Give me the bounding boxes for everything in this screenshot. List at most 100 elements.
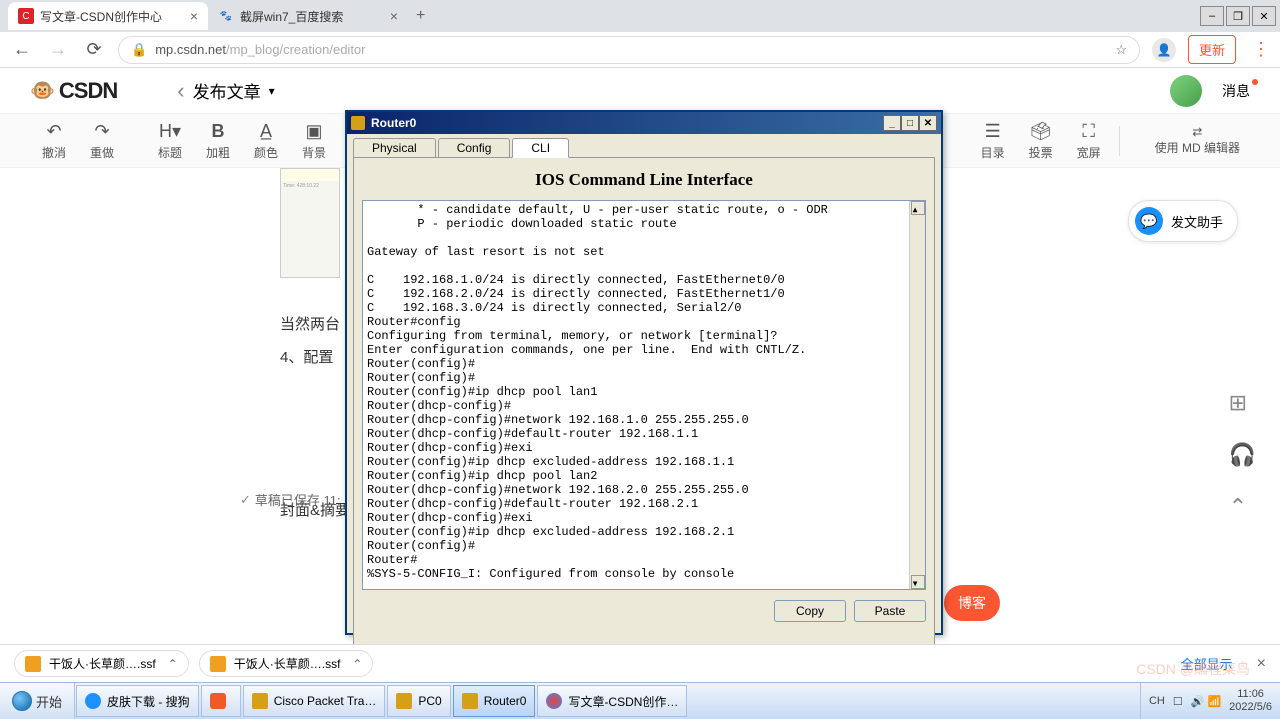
taskbar-item-3[interactable]: PC0	[387, 685, 450, 717]
dialog-titlebar[interactable]: Router0 _ □ ✕	[347, 112, 941, 134]
csdn-logo-icon: 🐵	[30, 78, 55, 103]
forward-button[interactable]: →	[46, 39, 70, 60]
side-tools: ⊞ 🎧 ⌃	[1229, 390, 1256, 520]
csdn-logo[interactable]: CSDN	[59, 78, 117, 104]
new-tab-button[interactable]: +	[416, 7, 425, 25]
redo-button[interactable]: ↷重做	[78, 120, 126, 161]
ime-lang[interactable]: CH	[1149, 695, 1165, 707]
publish-button[interactable]: 博客	[944, 585, 1000, 621]
tab-cli[interactable]: CLI	[512, 138, 569, 158]
tab-favicon-1: 🐾	[218, 8, 234, 24]
reload-button[interactable]: ⟳	[82, 39, 106, 60]
taskbar-item-5[interactable]: 写文章-CSDN创作…	[537, 685, 687, 717]
breadcrumb[interactable]: ‹ 发布文章 ▾	[177, 78, 274, 104]
ime-mode-icon[interactable]: ☐	[1173, 695, 1183, 708]
chevron-up-icon[interactable]: ⌃	[352, 657, 362, 671]
tab-close-0[interactable]: ×	[190, 8, 198, 24]
taskbar-item-0[interactable]: 皮肤下载 - 搜狗	[76, 685, 199, 717]
wide-icon: ⛶	[1082, 120, 1095, 142]
packet-tracer-icon	[252, 693, 268, 709]
vote-icon: 🗳	[1029, 120, 1052, 142]
copy-button[interactable]: Copy	[774, 600, 846, 622]
start-button[interactable]: 开始	[0, 683, 75, 719]
url-host: mp.csdn.net	[155, 42, 226, 57]
pdf-icon	[210, 693, 226, 709]
browser-tab-0[interactable]: C 写文章-CSDN创作中心 ×	[8, 2, 208, 30]
profile-avatar[interactable]: 👤	[1152, 38, 1176, 62]
window-close[interactable]: ✕	[1252, 6, 1276, 26]
chevron-up-icon[interactable]: ⌃	[168, 657, 178, 671]
close-downloads-bar[interactable]: ×	[1257, 655, 1266, 673]
dialog-title: Router0	[371, 116, 416, 130]
dialog-maximize[interactable]: □	[901, 115, 919, 131]
messages-label: 消息	[1222, 83, 1250, 99]
breadcrumb-back-icon[interactable]: ‹	[177, 78, 184, 104]
router-task-icon	[462, 693, 478, 709]
taskbar-item-1[interactable]	[201, 685, 241, 717]
breadcrumb-title: 发布文章	[193, 78, 261, 103]
user-avatar[interactable]	[1170, 75, 1202, 107]
color-icon: A̲	[260, 120, 272, 142]
watermark: CSDN @编程菜鸟	[1136, 659, 1250, 679]
support-icon[interactable]: 🎧	[1229, 442, 1256, 468]
scroll-top-icon[interactable]: ⌃	[1229, 494, 1256, 520]
notification-dot-icon	[1252, 79, 1258, 85]
tab-close-1[interactable]: ×	[390, 8, 398, 24]
clock-date: 2022/5/6	[1229, 701, 1272, 714]
md-icon: ⇄	[1192, 125, 1202, 139]
scroll-up-icon[interactable]: ▴	[911, 201, 925, 215]
file-icon	[210, 656, 226, 672]
qr-icon[interactable]: ⊞	[1229, 390, 1256, 416]
chrome-icon	[546, 693, 562, 709]
dialog-close[interactable]: ✕	[919, 115, 937, 131]
check-icon: ✓	[240, 492, 251, 508]
messages-link[interactable]: 消息	[1222, 81, 1250, 101]
taskbar: 开始 皮肤下载 - 搜狗 Cisco Packet Tra… PC0 Route…	[0, 682, 1280, 719]
color-button[interactable]: A̲颜色	[242, 120, 290, 161]
downloads-bar: 干饭人·长草颜….ssf ⌃ 干饭人·长草颜….ssf ⌃ 全部显示 ×	[0, 644, 1280, 682]
toc-button[interactable]: ☰目录	[969, 120, 1017, 161]
download-item-1[interactable]: 干饭人·长草颜….ssf ⌃	[199, 650, 374, 677]
tab-physical[interactable]: Physical	[353, 138, 436, 158]
vote-button[interactable]: 🗳投票	[1017, 120, 1065, 161]
redo-icon: ↷	[94, 120, 109, 142]
update-button[interactable]: 更新	[1188, 35, 1236, 64]
scroll-down-icon[interactable]: ▾	[911, 575, 925, 589]
cli-scrollbar[interactable]: ▴▾	[909, 201, 925, 589]
browser-menu-icon[interactable]: ⋮	[1252, 39, 1270, 60]
page-minimap[interactable]: Time: 428:10.22	[280, 168, 340, 278]
heading-button[interactable]: H▾标题	[146, 120, 194, 161]
window-minimize[interactable]: –	[1200, 6, 1224, 26]
dialog-tabs: Physical Config CLI	[347, 134, 941, 158]
router-icon	[351, 116, 365, 130]
bg-button[interactable]: ▣背景	[290, 120, 338, 161]
tray-icons[interactable]: 🔊 📶	[1191, 695, 1221, 708]
download-item-0[interactable]: 干饭人·长草颜….ssf ⌃	[14, 650, 189, 677]
wide-button[interactable]: ⛶宽屏	[1065, 120, 1113, 161]
assistant-pill[interactable]: 💬 发文助手	[1128, 200, 1238, 242]
cli-output[interactable]: * - candidate default, U - per-user stat…	[362, 200, 926, 590]
taskbar-item-4[interactable]: Router0	[453, 685, 536, 717]
bold-button[interactable]: B加粗	[194, 120, 242, 161]
md-editor-button[interactable]: ⇄使用 MD 编辑器	[1145, 125, 1250, 156]
browser-tab-1[interactable]: 🐾 截屏win7_百度搜索 ×	[208, 2, 408, 30]
url-input[interactable]: 🔒 mp.csdn.net/mp_blog/creation/editor ☆	[118, 36, 1140, 64]
undo-button[interactable]: ↶撤消	[30, 120, 78, 161]
pc-icon	[396, 693, 412, 709]
address-bar: ← → ⟳ 🔒 mp.csdn.net/mp_blog/creation/edi…	[0, 32, 1280, 68]
tab-title-0: 写文章-CSDN创作中心	[40, 8, 162, 25]
paste-button[interactable]: Paste	[854, 600, 926, 622]
file-icon	[25, 656, 41, 672]
dialog-minimize[interactable]: _	[883, 115, 901, 131]
system-tray[interactable]: CH ☐ 🔊 📶 11:06 2022/5/6	[1140, 683, 1280, 719]
taskbar-item-2[interactable]: Cisco Packet Tra…	[243, 685, 386, 717]
bookmark-icon[interactable]: ☆	[1115, 42, 1127, 58]
lock-icon: 🔒	[131, 42, 147, 58]
window-maximize[interactable]: ❐	[1226, 6, 1250, 26]
caret-down-icon[interactable]: ▾	[269, 84, 275, 98]
dialog-content: IOS Command Line Interface * - candidate…	[353, 157, 935, 645]
bold-icon: B	[212, 120, 225, 142]
back-button[interactable]: ←	[10, 39, 34, 60]
tab-title-1: 截屏win7_百度搜索	[240, 8, 343, 25]
tab-config[interactable]: Config	[438, 138, 511, 158]
